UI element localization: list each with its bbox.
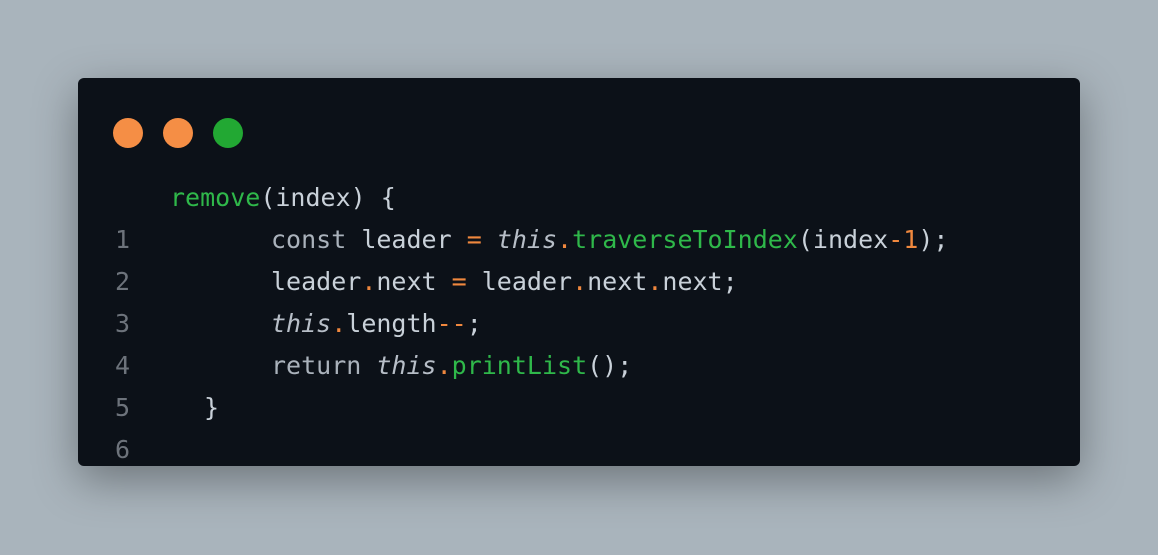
operator-token: = bbox=[451, 267, 467, 296]
text-token: next bbox=[587, 267, 648, 296]
operator-token: . bbox=[436, 351, 452, 380]
operator-token: . bbox=[331, 309, 347, 338]
maximize-dot-icon[interactable] bbox=[213, 118, 243, 148]
text-token: next; bbox=[662, 267, 738, 296]
keyword-token: const bbox=[271, 225, 347, 254]
operator-token: . bbox=[361, 267, 377, 296]
minimize-dot-icon[interactable] bbox=[163, 118, 193, 148]
code-line-4: 4 this.length--; bbox=[78, 303, 1080, 380]
this-token: this bbox=[376, 351, 437, 380]
text-token: leader bbox=[346, 225, 467, 254]
operator-token: = bbox=[466, 225, 482, 254]
this-token: this bbox=[271, 309, 332, 338]
text-token: (index) { bbox=[260, 183, 396, 212]
code-block: 1 remove(index) { 2 const leader = this.… bbox=[78, 177, 1080, 464]
text-token: (); bbox=[587, 351, 633, 380]
operator-token: - bbox=[888, 225, 904, 254]
this-token: this bbox=[496, 225, 558, 254]
code-text: const leader = this.traverseToIndex(inde… bbox=[271, 219, 948, 261]
code-window: 1 remove(index) { 2 const leader = this.… bbox=[78, 78, 1080, 466]
close-dot-icon[interactable] bbox=[113, 118, 143, 148]
code-line-6: 6 } bbox=[78, 387, 1080, 464]
text-token: ); bbox=[918, 225, 949, 254]
text-token: length bbox=[346, 309, 437, 338]
number-token: 1 bbox=[903, 225, 919, 254]
line-number: 6 bbox=[115, 435, 131, 464]
code-line-1: 1 remove(index) { bbox=[78, 177, 1080, 254]
operator-token: . bbox=[647, 267, 663, 296]
code-line-3: 3 leader.next = leader.next.next; bbox=[78, 261, 1080, 338]
function-token: printList bbox=[451, 351, 588, 380]
code-line-5: 5 return this.printList(); bbox=[78, 345, 1080, 422]
code-text: } bbox=[204, 387, 219, 429]
code-text: remove(index) { bbox=[170, 177, 396, 219]
code-line-2: 2 const leader = this.traverseToIndex(in… bbox=[78, 219, 1080, 296]
operator-token: . bbox=[572, 267, 588, 296]
code-text: return this.printList(); bbox=[271, 345, 632, 387]
code-text: leader.next = leader.next.next; bbox=[271, 261, 738, 303]
keyword-token: return bbox=[271, 351, 362, 380]
operator-token: -- bbox=[436, 309, 467, 338]
text-token: (index bbox=[797, 225, 889, 254]
code-text: this.length--; bbox=[271, 303, 482, 345]
operator-token: . bbox=[557, 225, 573, 254]
function-token: traverseToIndex bbox=[572, 225, 798, 254]
text-token: next bbox=[376, 267, 452, 296]
text-token: leader bbox=[271, 267, 362, 296]
function-token: remove bbox=[170, 183, 261, 212]
text-token: } bbox=[204, 393, 220, 422]
text-token: leader bbox=[466, 267, 573, 296]
text-token: ; bbox=[466, 309, 482, 338]
